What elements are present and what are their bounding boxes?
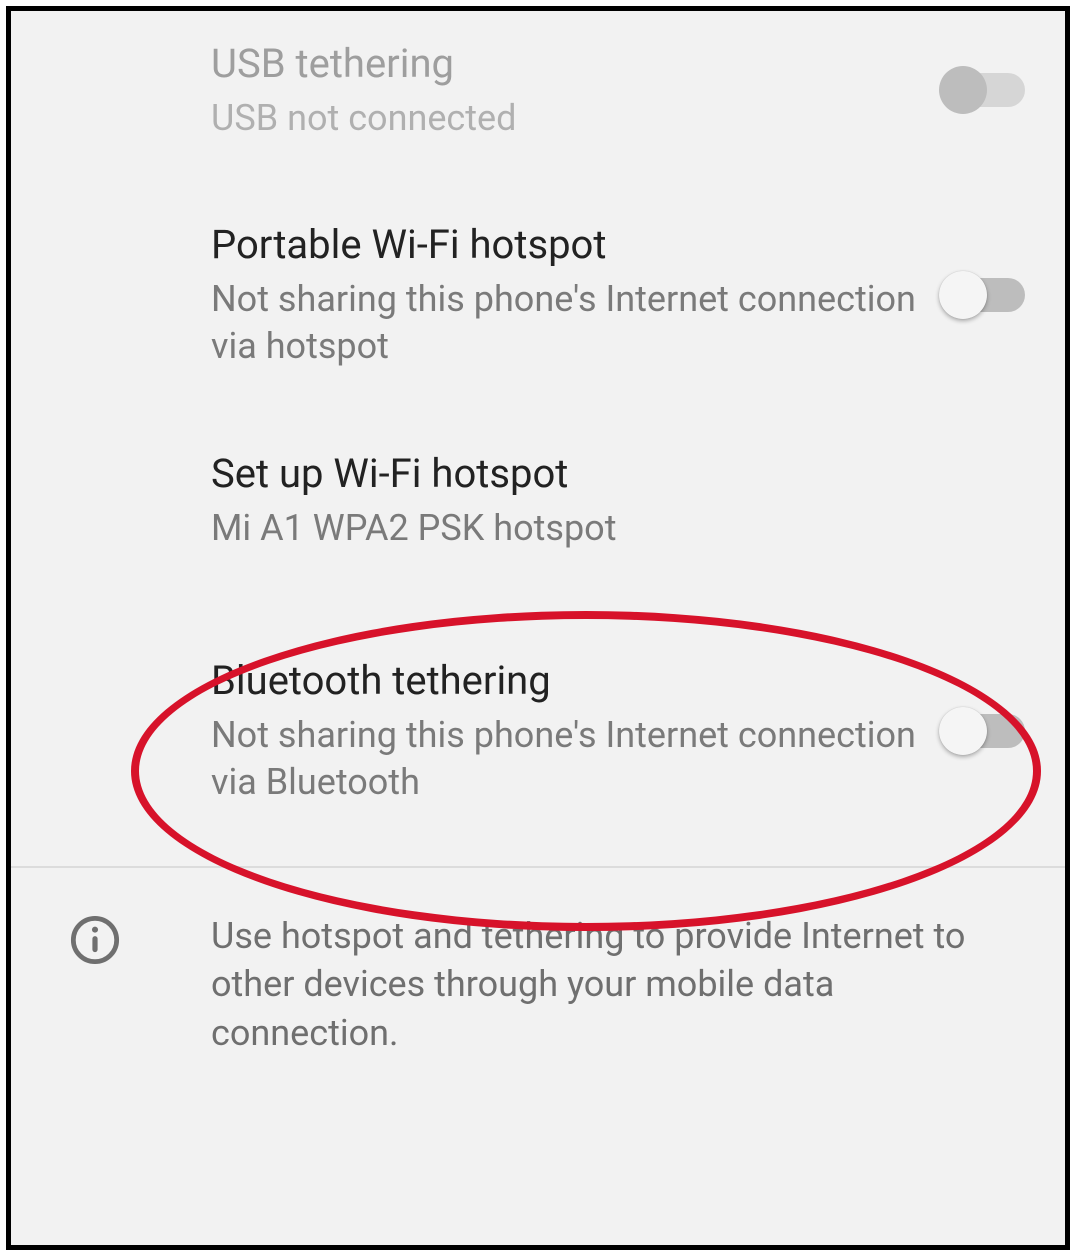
info-icon-cell xyxy=(51,912,211,966)
info-row: Use hotspot and tethering to provide Int… xyxy=(11,868,1065,1102)
usb-tethering-text: USB tethering USB not connected xyxy=(211,39,945,142)
usb-tethering-toggle xyxy=(945,73,1025,107)
info-icon xyxy=(69,914,121,966)
portable-wifi-hotspot-subtitle: Not sharing this phone's Internet connec… xyxy=(211,276,921,370)
bluetooth-tethering-subtitle: Not sharing this phone's Internet connec… xyxy=(211,712,921,806)
portable-wifi-hotspot-row[interactable]: Portable Wi-Fi hotspot Not sharing this … xyxy=(11,170,1065,410)
setup-wifi-hotspot-title: Set up Wi-Fi hotspot xyxy=(211,449,1001,499)
toggle-thumb xyxy=(939,707,987,755)
portable-wifi-hotspot-text: Portable Wi-Fi hotspot Not sharing this … xyxy=(211,220,945,370)
usb-tethering-row: USB tethering USB not connected xyxy=(11,11,1065,170)
setup-wifi-hotspot-row[interactable]: Set up Wi-Fi hotspot Mi A1 WPA2 PSK hots… xyxy=(11,409,1065,592)
bluetooth-tethering-text: Bluetooth tethering Not sharing this pho… xyxy=(211,656,945,806)
setup-wifi-hotspot-text: Set up Wi-Fi hotspot Mi A1 WPA2 PSK hots… xyxy=(211,449,1025,552)
setup-wifi-hotspot-subtitle: Mi A1 WPA2 PSK hotspot xyxy=(211,505,1001,552)
usb-tethering-title: USB tethering xyxy=(211,39,921,89)
toggle-thumb xyxy=(939,66,987,114)
usb-tethering-subtitle: USB not connected xyxy=(211,95,921,142)
info-text: Use hotspot and tethering to provide Int… xyxy=(211,912,1025,1058)
portable-wifi-hotspot-toggle[interactable] xyxy=(945,278,1025,312)
bluetooth-tethering-title: Bluetooth tethering xyxy=(211,656,921,706)
settings-screen: USB tethering USB not connected Portable… xyxy=(6,6,1070,1250)
toggle-thumb xyxy=(939,271,987,319)
bluetooth-tethering-row[interactable]: Bluetooth tethering Not sharing this pho… xyxy=(11,592,1065,866)
portable-wifi-hotspot-title: Portable Wi-Fi hotspot xyxy=(211,220,921,270)
bluetooth-tethering-toggle[interactable] xyxy=(945,714,1025,748)
